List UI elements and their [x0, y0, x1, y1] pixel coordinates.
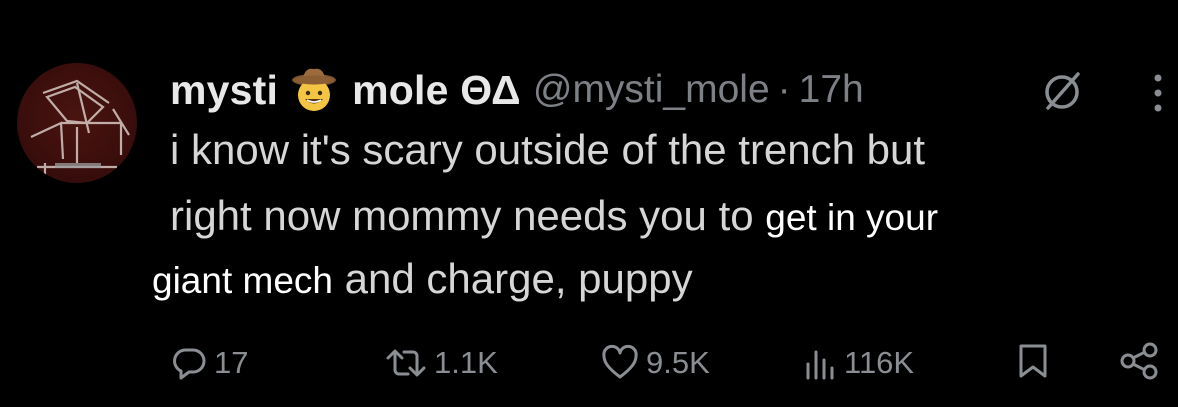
repost-icon [386, 349, 426, 377]
avatar-drawing [30, 79, 130, 175]
separator-dot: · [777, 68, 791, 111]
tweet-text-line-2: right now mommy needs you to get in your [170, 192, 938, 240]
views-count: 116K [844, 345, 915, 380]
cowboy-hat-face-icon [292, 68, 337, 111]
reply-button[interactable]: 17 [170, 338, 248, 388]
views-icon [806, 350, 834, 380]
share-icon[interactable] [1118, 342, 1162, 380]
tweet[interactable]: mysti mole ΘΔ @mysti_mole · 17h i know i… [0, 0, 1178, 407]
avatar[interactable] [17, 63, 137, 183]
tweet-text-line-3-overlay: giant mech [152, 260, 333, 301]
reply-icon [173, 348, 206, 380]
display-name-part2[interactable]: mole ΘΔ [352, 67, 521, 114]
like-count: 9.5K [646, 345, 710, 380]
like-icon [602, 344, 638, 379]
user-handle[interactable]: @mysti_mole [533, 68, 770, 112]
tweet-text-line-2-original: right now mommy needs you to [170, 192, 766, 239]
bookmark-icon[interactable] [1017, 342, 1049, 380]
tweet-text-line-3: giant mech and charge, puppy [152, 255, 693, 303]
like-button[interactable]: 9.5K [600, 338, 710, 388]
repost-count: 1.1K [434, 345, 498, 380]
grok-icon[interactable] [1040, 68, 1086, 114]
tweet-text-line-1: i know it's scary outside of the trench … [170, 126, 926, 173]
timestamp[interactable]: 17h [799, 68, 864, 112]
tweet-header: mysti mole ΘΔ @mysti_mole · 17h [170, 62, 864, 118]
repost-button[interactable]: 1.1K [384, 338, 498, 388]
reply-count: 17 [214, 345, 249, 380]
more-icon[interactable] [1148, 70, 1168, 116]
tweet-text-line-3-original: and charge, puppy [333, 255, 693, 302]
views-button[interactable]: 116K [800, 338, 914, 388]
display-name-part1[interactable]: mysti [170, 67, 278, 114]
action-bar: 17 1.1K 9.5K 116K [0, 338, 1178, 388]
tweet-text-line-2-overlay: get in your [765, 197, 939, 238]
